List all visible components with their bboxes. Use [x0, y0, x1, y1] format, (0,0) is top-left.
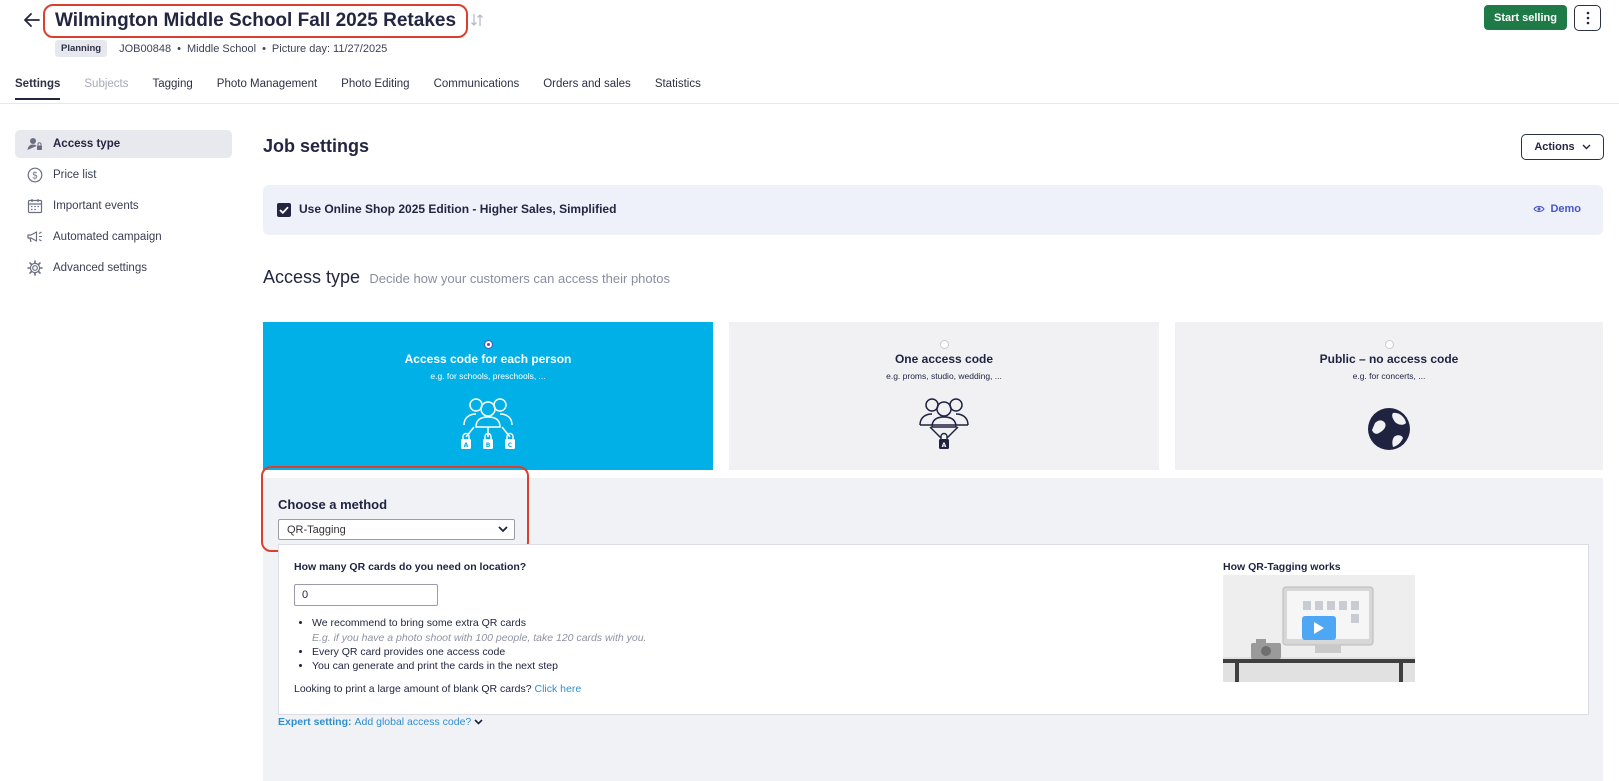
demo-link[interactable]: Demo: [1533, 203, 1581, 215]
svg-text:$: $: [32, 171, 38, 182]
sidebar-item-label: Price list: [53, 169, 97, 181]
globe-icon: [1368, 408, 1410, 450]
tab-communications[interactable]: Communications: [434, 78, 520, 100]
method-section: Choose a method QR-Tagging How many QR c…: [261, 466, 1603, 781]
qr-cards-count-input[interactable]: [294, 584, 438, 606]
access-option-title: Public – no access code: [1319, 352, 1459, 366]
video-thumbnail[interactable]: [1223, 575, 1415, 682]
megaphone-icon: [27, 231, 42, 243]
settings-sidebar: Access type $ Price list Important event…: [15, 130, 232, 285]
access-option-subtitle: e.g. for concerts, ...: [1352, 371, 1426, 381]
blank-cards-line: Looking to print a large amount of blank…: [294, 683, 581, 695]
job-id: JOB00848: [119, 42, 172, 55]
school-type: Middle School: [186, 42, 257, 55]
qr-cards-question: How many QR cards do you need on locatio…: [294, 561, 527, 573]
list-item: Every QR card provides one access code: [312, 645, 646, 660]
user-lock-icon: [27, 138, 42, 150]
meta-separator: •: [177, 42, 181, 55]
access-option-radio[interactable]: [483, 340, 493, 349]
access-option-radio[interactable]: [1384, 340, 1394, 349]
kebab-menu-icon: [1586, 11, 1589, 25]
access-option-subtitle: e.g. proms, studio, wedding, ...: [886, 371, 1002, 381]
tab-statistics[interactable]: Statistics: [655, 78, 701, 100]
status-badge: Planning: [55, 40, 108, 57]
chevron-down-icon: [474, 719, 483, 725]
list-item: We recommend to bring some extra QR card…: [312, 616, 646, 631]
svg-text:A: A: [464, 442, 469, 449]
sidebar-item-important-events[interactable]: Important events: [15, 192, 232, 220]
sidebar-item-advanced-settings[interactable]: Advanced settings: [15, 254, 232, 282]
method-title: Choose a method: [278, 497, 388, 512]
picture-day: Picture day: 11/27/2025: [271, 42, 388, 55]
eye-icon: [1533, 206, 1546, 212]
tab-photo-management[interactable]: Photo Management: [217, 78, 317, 100]
online-shop-checkbox[interactable]: [277, 203, 291, 217]
add-global-access-code-link[interactable]: Add global access code?: [355, 716, 472, 728]
svg-text:B: B: [486, 442, 491, 449]
access-type-options: Access code for each person e.g. for sch…: [263, 322, 1603, 470]
access-type-title: Access type: [263, 267, 361, 287]
tab-orders-and-sales[interactable]: Orders and sales: [543, 78, 631, 100]
access-option-subtitle: e.g. for schools, preschools, ...: [430, 371, 546, 381]
arrow-left-icon: [24, 13, 40, 27]
tab-bar: Settings Subjects Tagging Photo Manageme…: [15, 78, 725, 100]
access-option-public[interactable]: Public – no access code e.g. for concert…: [1175, 322, 1603, 470]
more-options-button[interactable]: [1574, 5, 1601, 31]
online-shop-banner: Use Online Shop 2025 Edition - Higher Sa…: [263, 185, 1603, 235]
tab-subjects[interactable]: Subjects: [84, 78, 128, 100]
job-meta: Planning JOB00848 • Middle School • Pict…: [55, 40, 387, 57]
reorder-icon[interactable]: [470, 12, 484, 28]
group-multiple-codes-icon: A B C: [461, 398, 515, 449]
page-title: Wilmington Middle School Fall 2025 Retak…: [55, 10, 457, 31]
gear-icon: [27, 260, 43, 276]
access-type-subtitle: Decide how your customers can access the…: [369, 271, 670, 286]
chevron-down-icon: [1582, 144, 1591, 150]
tab-photo-editing[interactable]: Photo Editing: [341, 78, 409, 100]
start-selling-button[interactable]: Start selling: [1484, 5, 1567, 30]
list-item-example: E.g. if you have a photo shoot with 100 …: [312, 631, 647, 644]
sidebar-item-label: Access type: [53, 138, 121, 150]
tab-tagging[interactable]: Tagging: [152, 78, 192, 100]
access-option-each-person[interactable]: Access code for each person e.g. for sch…: [263, 322, 713, 470]
access-option-one-code[interactable]: One access code e.g. proms, studio, wedd…: [729, 322, 1159, 470]
access-option-radio[interactable]: [939, 340, 949, 349]
method-selected-value: QR-Tagging: [287, 523, 346, 536]
demo-label: Demo: [1550, 203, 1581, 215]
qr-tagging-panel: How many QR cards do you need on locatio…: [278, 544, 1589, 715]
chevron-down-icon: [498, 526, 508, 533]
qr-tips-list: We recommend to bring some extra QR card…: [312, 616, 646, 674]
online-shop-label: Use Online Shop 2025 Edition - Higher Sa…: [299, 202, 617, 216]
meta-separator: •: [262, 42, 266, 55]
actions-dropdown-button[interactable]: Actions: [1521, 134, 1604, 160]
title-highlight: Wilmington Middle School Fall 2025 Retak…: [43, 4, 469, 38]
svg-text:C: C: [508, 442, 513, 449]
back-button[interactable]: [22, 10, 42, 30]
sidebar-item-label: Automated campaign: [53, 231, 162, 243]
access-option-title: Access code for each person: [404, 352, 572, 366]
group-single-code-icon: A: [919, 398, 969, 449]
click-here-link[interactable]: Click here: [534, 683, 581, 695]
dollar-circle-icon: $: [27, 167, 43, 183]
how-it-works-title: How QR-Tagging works: [1223, 561, 1341, 573]
expert-setting-label: Expert setting:: [278, 716, 352, 728]
method-select[interactable]: QR-Tagging: [278, 519, 515, 540]
check-icon: [279, 206, 289, 214]
sidebar-item-label: Advanced settings: [53, 262, 147, 274]
sidebar-item-price-list[interactable]: $ Price list: [15, 161, 232, 189]
access-type-heading: Access type Decide how your customers ca…: [263, 267, 670, 288]
section-title: Job settings: [263, 136, 370, 156]
tab-settings[interactable]: Settings: [15, 78, 61, 100]
calendar-icon: [27, 199, 43, 214]
list-item: You can generate and print the cards in …: [312, 659, 646, 674]
sidebar-item-automated-campaign[interactable]: Automated campaign: [15, 223, 232, 251]
page-header: Wilmington Middle School Fall 2025 Retak…: [0, 0, 1619, 104]
access-option-title: One access code: [894, 352, 994, 366]
svg-text:A: A: [942, 442, 947, 449]
actions-label: Actions: [1534, 141, 1575, 153]
sidebar-item-label: Important events: [53, 200, 139, 212]
blank-cards-question: Looking to print a large amount of blank…: [294, 683, 532, 695]
sidebar-item-access-type[interactable]: Access type: [15, 130, 232, 158]
expert-setting[interactable]: Expert setting: Add global access code?: [278, 716, 483, 728]
